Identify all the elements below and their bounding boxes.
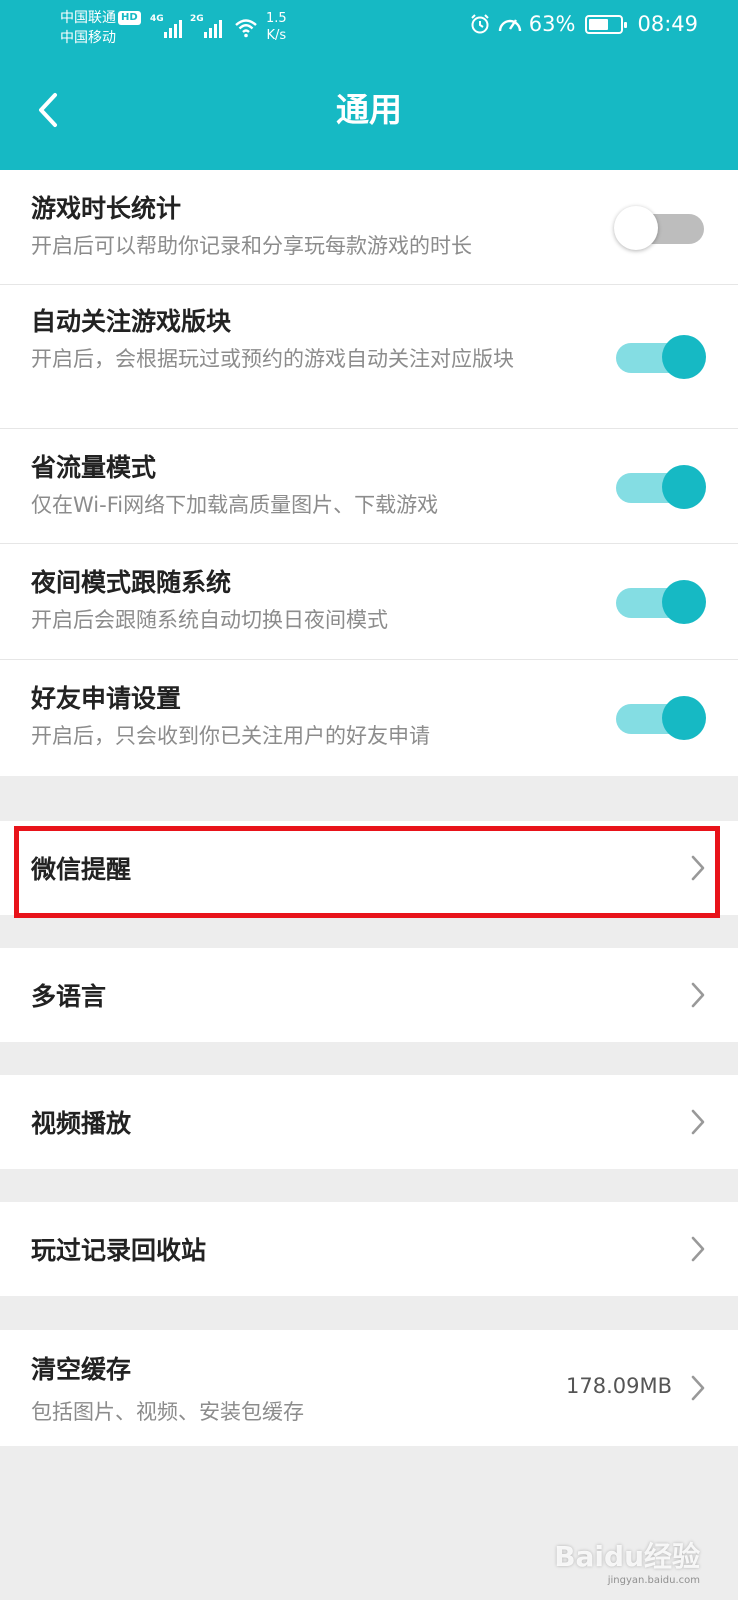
nav-item-label: 微信提醒	[31, 855, 132, 884]
battery-icon	[585, 14, 628, 34]
chevron-right-icon	[691, 1375, 705, 1401]
toggle-settings-list: 游戏时长统计 开启后可以帮助你记录和分享玩每款游戏的时长 自动关注游戏版块 开启…	[0, 170, 738, 776]
alarm-icon	[471, 14, 489, 34]
chevron-right-icon	[691, 982, 705, 1008]
chevron-right-icon	[691, 855, 705, 881]
toggle-switch-auto-follow[interactable]	[614, 331, 706, 381]
net-type-2: 2G	[190, 14, 204, 24]
signal-2g-icon: 2G	[190, 14, 222, 38]
battery-percent: 63%	[528, 12, 576, 36]
signal-indicators: 4G 2G	[150, 12, 258, 38]
net-speed: 1.5 K/s	[266, 10, 287, 44]
toggle-switch-data-saver[interactable]	[614, 461, 706, 511]
nav-item-video-playback[interactable]: 视频播放	[0, 1075, 738, 1169]
toggle-switch-night-mode[interactable]	[614, 576, 706, 626]
hd-badge: HD	[118, 11, 141, 25]
carrier-1: 中国联通	[60, 10, 116, 26]
setting-row-auto-follow: 自动关注游戏版块 开启后，会根据玩过或预约的游戏自动关注对应版块	[0, 285, 738, 429]
nav-item-label: 玩过记录回收站	[31, 1236, 207, 1265]
net-speed-value: 1.5	[266, 11, 287, 26]
net-speed-unit: K/s	[266, 28, 287, 43]
clock: 08:49	[637, 12, 698, 36]
nav-item-label: 多语言	[31, 982, 107, 1011]
signal-4g-icon: 4G	[150, 14, 182, 38]
net-type-1: 4G	[150, 14, 164, 24]
carrier-info: 中国联通 HD 中国移动	[60, 8, 141, 48]
clear-cache-title: 清空缓存	[31, 1355, 132, 1384]
nav-item-language[interactable]: 多语言	[0, 948, 738, 1042]
battery-level	[589, 18, 609, 30]
nav-item-label: 视频播放	[31, 1109, 132, 1138]
carrier-2: 中国移动	[60, 30, 116, 46]
power-saver-icon	[498, 19, 521, 32]
watermark-text: Baidu经验	[554, 1540, 700, 1573]
nav-item-recycle-bin[interactable]: 玩过记录回收站	[0, 1202, 738, 1296]
cache-size: 178.09MB	[565, 1374, 672, 1398]
clear-cache-desc: 包括图片、视频、安装包缓存	[31, 1400, 304, 1424]
setting-row-game-time: 游戏时长统计 开启后可以帮助你记录和分享玩每款游戏的时长	[0, 170, 738, 285]
page-title: 通用	[336, 90, 402, 129]
chevron-right-icon	[691, 1109, 705, 1135]
baidu-watermark: Baidu经验 jingyan.baidu.com	[554, 1535, 700, 1586]
app-header: 中国联通 HD 中国移动 4G 2G 1.5 K/s 63% 08:49 通用	[0, 0, 738, 170]
status-right: 63% 08:49	[469, 12, 698, 36]
setting-row-night-mode: 夜间模式跟随系统 开启后会跟随系统自动切换日夜间模式	[0, 544, 738, 660]
nav-item-wechat-reminder[interactable]: 微信提醒	[0, 821, 738, 915]
setting-row-data-saver: 省流量模式 仅在Wi-Fi网络下加载高质量图片、下载游戏	[0, 429, 738, 544]
watermark-sub: jingyan.baidu.com	[607, 1575, 700, 1586]
toggle-switch-game-time[interactable]	[614, 202, 706, 252]
wifi-icon	[235, 19, 257, 38]
toggle-switch-friend-request[interactable]	[614, 692, 706, 742]
chevron-right-icon	[691, 1236, 705, 1262]
setting-row-friend-request: 好友申请设置 开启后，只会收到你已关注用户的好友申请	[0, 660, 738, 776]
clear-cache-item[interactable]: 清空缓存 包括图片、视频、安装包缓存 178.09MB	[0, 1330, 738, 1446]
status-bar: 中国联通 HD 中国移动 4G 2G 1.5 K/s 63% 08:49	[0, 0, 738, 56]
